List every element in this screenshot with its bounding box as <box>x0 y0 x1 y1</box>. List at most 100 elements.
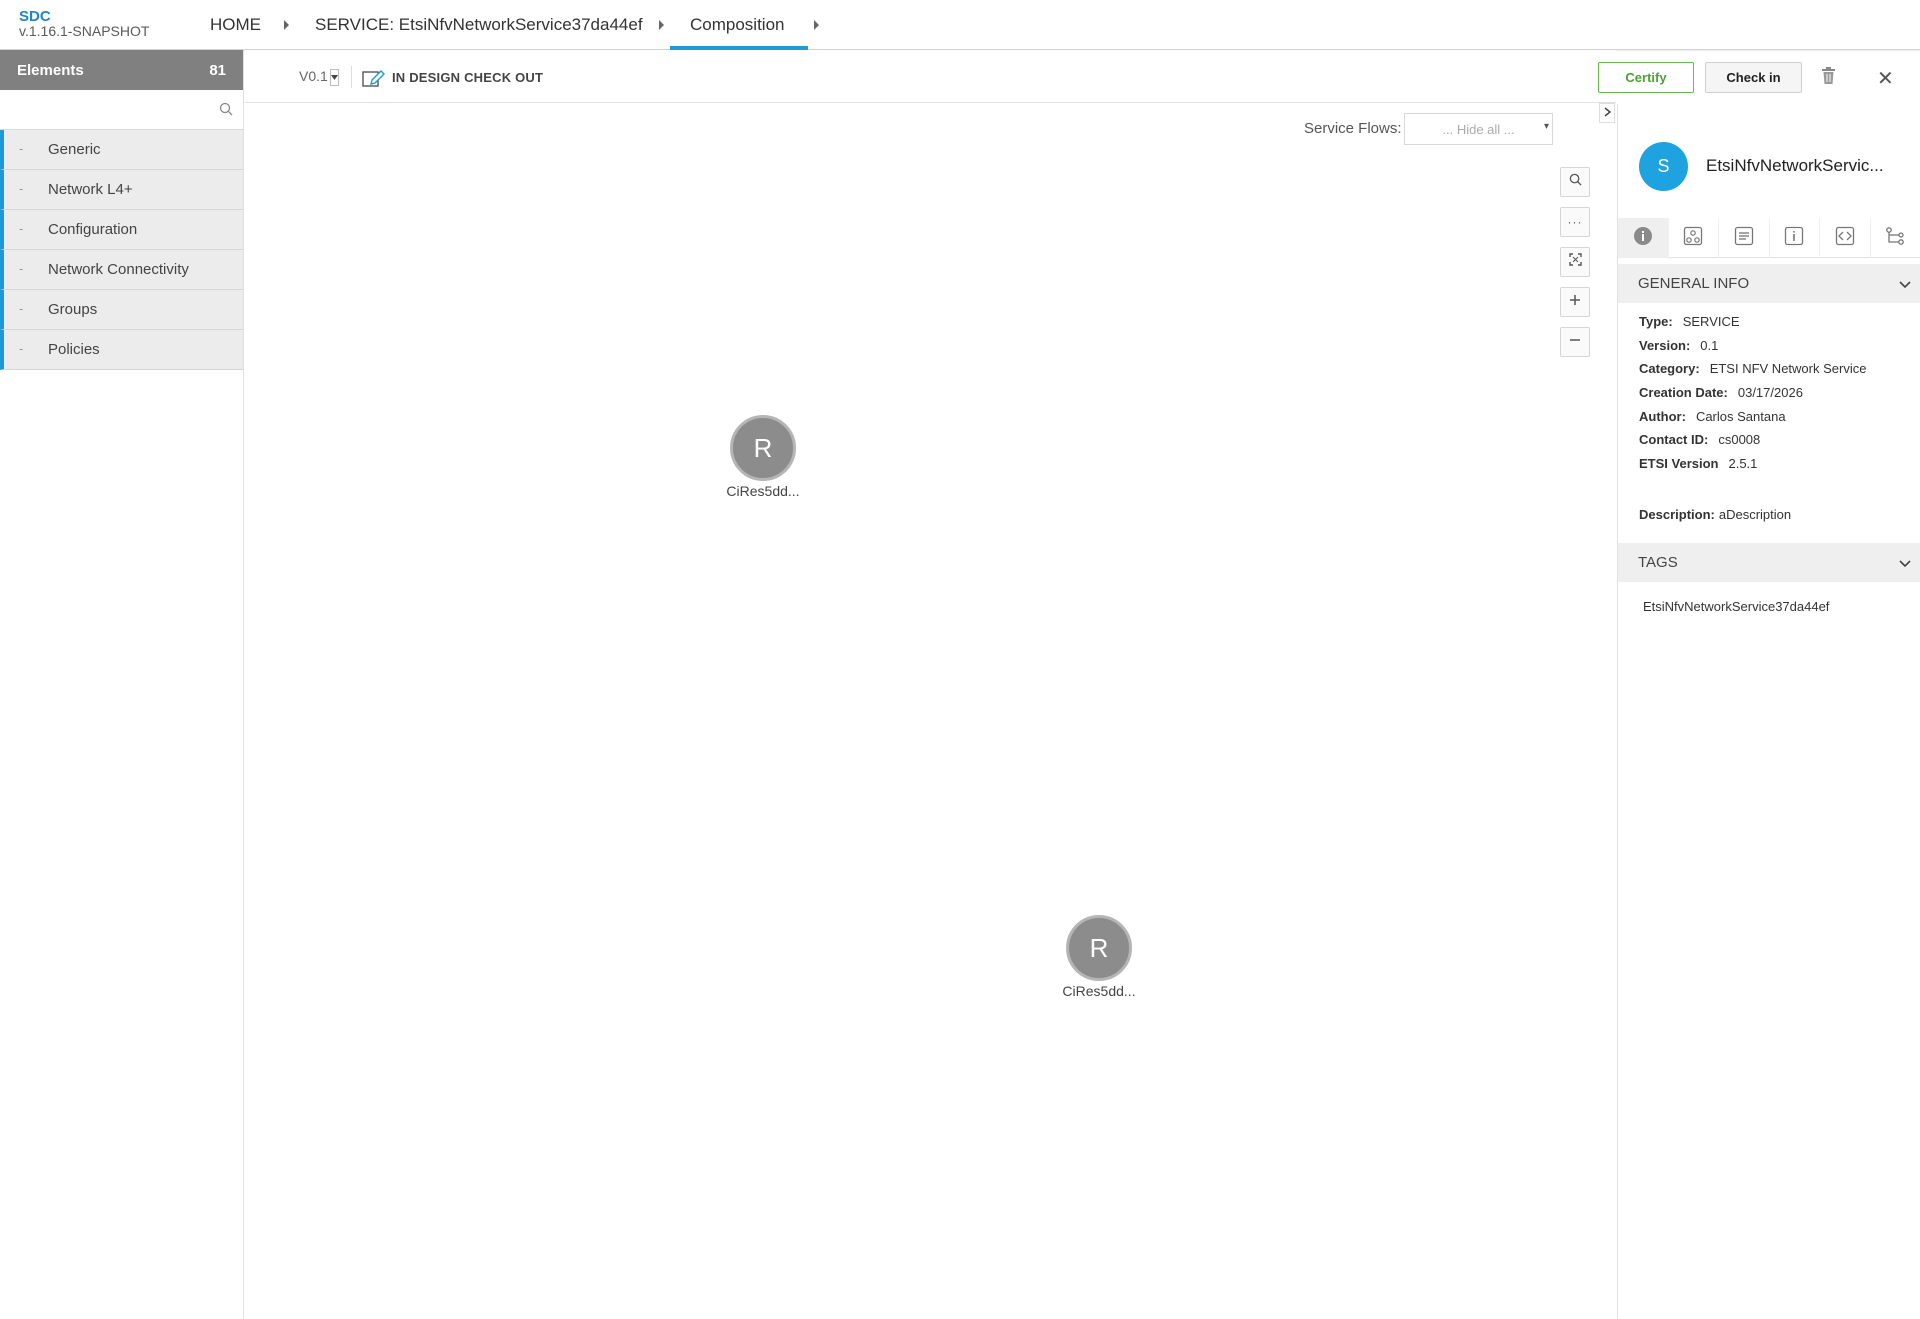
info-key: Description: <box>1639 507 1715 522</box>
canvas-node-label: CiRes5dd... <box>1062 983 1136 999</box>
service-flows-value: ... Hide all ... <box>1442 121 1515 137</box>
details-icon <box>1784 226 1804 251</box>
plus-icon <box>1569 293 1581 311</box>
info-value: Carlos Santana <box>1695 409 1786 424</box>
info-value: aDescription <box>1718 507 1792 522</box>
lifecycle-status: IN DESIGN CHECK OUT <box>392 70 544 85</box>
elements-palette: Elements 81 - Generic - Network L4+ - Co… <box>0 50 244 1319</box>
breadcrumb-home[interactable]: HOME <box>210 15 261 35</box>
category-label: Generic <box>48 141 101 158</box>
info-contact-id: Contact ID: cs0008 <box>1639 432 1760 447</box>
collapse-icon: - <box>19 261 24 276</box>
canvas-node-label: CiRes5dd... <box>726 483 800 499</box>
palette-category-network-connectivity[interactable]: - Network Connectivity <box>0 250 243 290</box>
fit-to-screen-button[interactable] <box>1560 247 1590 277</box>
chevron-down-icon: ▾ <box>1543 121 1549 132</box>
api-icon <box>1835 226 1855 251</box>
info-value: 03/17/2026 <box>1737 385 1803 400</box>
info-key: Category: <box>1639 361 1700 376</box>
chevron-down-icon[interactable] <box>330 69 339 86</box>
info-key: Author: <box>1639 409 1686 424</box>
palette-category-policies[interactable]: - Policies <box>0 330 243 370</box>
info-value: cs0008 <box>1718 432 1761 447</box>
info-value: ETSI NFV Network Service <box>1709 361 1867 376</box>
info-author: Author: Carlos Santana <box>1639 409 1786 424</box>
service-avatar: S <box>1639 142 1688 191</box>
canvas-more-button[interactable]: ··· <box>1560 207 1590 237</box>
palette-category-generic[interactable]: - Generic <box>0 130 243 170</box>
canvas-search-button[interactable] <box>1560 167 1590 197</box>
category-label: Groups <box>48 301 98 318</box>
info-creation-date: Creation Date: 03/17/2026 <box>1639 385 1803 400</box>
zoom-out-button[interactable] <box>1560 327 1590 357</box>
category-label: Policies <box>48 341 100 358</box>
info-description: Description: aDescription <box>1639 507 1791 522</box>
checkout-edit-icon <box>362 68 386 93</box>
composition-canvas[interactable] <box>245 104 1616 1319</box>
tags-header[interactable]: TAGS <box>1618 543 1920 582</box>
breadcrumb-service[interactable]: SERVICE: EtsiNfvNetworkService37da44ef <box>315 15 643 35</box>
certify-button[interactable]: Certify <box>1598 62 1694 93</box>
info-key: Type: <box>1639 314 1673 329</box>
more-icon: ··· <box>1567 215 1583 229</box>
collapse-icon: - <box>19 221 24 236</box>
search-icon <box>1569 173 1582 191</box>
collapse-icon: - <box>19 141 24 156</box>
chevron-down-icon[interactable] <box>1899 276 1911 293</box>
close-icon[interactable]: ✕ <box>1877 66 1894 91</box>
section-title: TAGS <box>1638 554 1678 571</box>
info-value: 0.1 <box>1700 338 1719 353</box>
tab-details[interactable] <box>1770 218 1820 258</box>
breadcrumb-composition[interactable]: Composition <box>690 15 785 35</box>
breadcrumb-arrow-icon[interactable] <box>659 20 664 30</box>
info-version: Version: 0.1 <box>1639 338 1718 353</box>
composition-icon <box>1683 226 1703 251</box>
collapse-panel-button[interactable] <box>1599 103 1615 123</box>
palette-category-configuration[interactable]: - Configuration <box>0 210 243 250</box>
service-flows-select[interactable]: ... Hide all ... ▾ <box>1404 113 1553 145</box>
tab-general-info[interactable] <box>1618 218 1669 258</box>
breadcrumb-arrow-icon[interactable] <box>814 20 819 30</box>
palette-header: Elements 81 <box>0 50 243 90</box>
category-label: Network L4+ <box>48 181 133 198</box>
canvas-node[interactable]: R <box>1066 915 1132 981</box>
tab-api[interactable] <box>1820 218 1871 258</box>
chevron-right-icon <box>1604 104 1611 122</box>
tab-composition[interactable] <box>1669 218 1719 258</box>
collapse-icon: - <box>19 341 24 356</box>
app-logo[interactable]: SDC v.1.16.1-SNAPSHOT <box>19 9 149 39</box>
minus-icon <box>1569 333 1581 351</box>
section-title: GENERAL INFO <box>1638 275 1750 292</box>
check-in-button[interactable]: Check in <box>1705 62 1802 93</box>
service-flows-label: Service Flows: <box>1304 120 1402 137</box>
palette-title: Elements <box>17 61 84 79</box>
info-key: Version: <box>1639 338 1691 353</box>
top-bar: SDC v.1.16.1-SNAPSHOT HOME SERVICE: Etsi… <box>0 0 1920 50</box>
app-version: v.1.16.1-SNAPSHOT <box>19 23 150 39</box>
info-key: Contact ID: <box>1639 432 1709 447</box>
tab-artifacts[interactable] <box>1719 218 1770 258</box>
breadcrumb-arrow-icon[interactable] <box>284 20 289 30</box>
collapse-icon: - <box>19 301 24 316</box>
canvas-node[interactable]: R <box>730 415 796 481</box>
tab-service-paths[interactable] <box>1871 218 1920 258</box>
zoom-in-button[interactable] <box>1560 287 1590 317</box>
version-select[interactable]: V0.1 <box>299 68 328 84</box>
general-info-header[interactable]: GENERAL INFO <box>1618 264 1920 303</box>
palette-category-network-l4[interactable]: - Network L4+ <box>0 170 243 210</box>
divider <box>351 66 352 88</box>
palette-category-groups[interactable]: - Groups <box>0 290 243 330</box>
info-key: Creation Date: <box>1639 385 1728 400</box>
info-key: ETSI Version <box>1639 456 1719 471</box>
trash-icon[interactable] <box>1821 67 1836 90</box>
paths-icon <box>1885 226 1905 251</box>
info-type: Type: SERVICE <box>1639 314 1740 329</box>
fit-icon <box>1568 253 1582 271</box>
workspace-toolbar: V0.1 IN DESIGN CHECK OUT Certify Check i… <box>245 50 1894 103</box>
palette-search-input[interactable] <box>0 90 243 129</box>
category-label: Network Connectivity <box>48 261 189 278</box>
search-icon[interactable] <box>219 102 233 121</box>
chevron-down-icon[interactable] <box>1899 555 1911 572</box>
palette-count: 81 <box>209 61 226 79</box>
palette-search <box>0 90 243 130</box>
